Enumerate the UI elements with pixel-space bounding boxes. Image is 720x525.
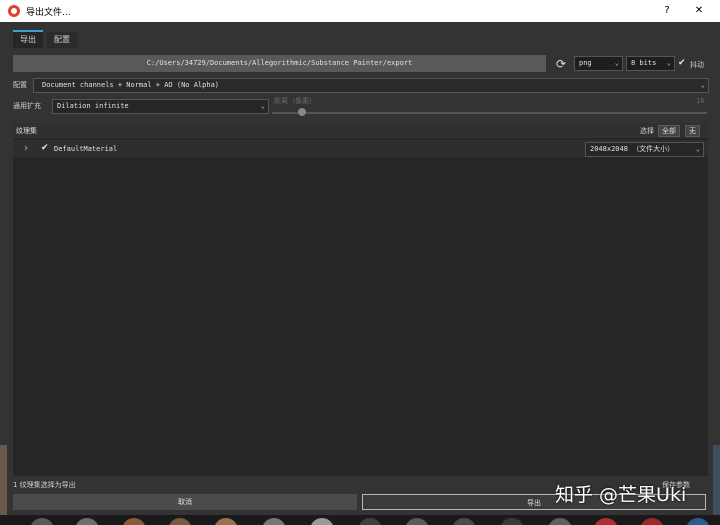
chevron-right-icon[interactable]: › xyxy=(17,140,35,157)
texture-size-value: 2048x2048 （文件大小） xyxy=(590,145,675,153)
chevron-down-icon: ⌄ xyxy=(695,145,700,153)
distance-slider-handle[interactable] xyxy=(298,108,306,116)
chevron-down-icon: ⌄ xyxy=(260,102,265,110)
dithering-checkbox[interactable]: ✔ xyxy=(678,58,686,68)
select-all-button[interactable]: 全部 xyxy=(658,125,680,137)
cancel-button[interactable]: 取消 xyxy=(13,494,357,510)
chevron-down-icon: ⌄ xyxy=(700,81,705,89)
material-ball[interactable] xyxy=(405,518,429,525)
texture-set-list-header: 纹理集 选择 全部 无 xyxy=(13,123,708,138)
dithering-label: 抖动 xyxy=(690,61,704,69)
bit-depth-select[interactable]: 8 bits ⌄ xyxy=(626,56,675,71)
tab-export[interactable]: 导出 xyxy=(13,30,43,48)
material-ball[interactable] xyxy=(452,518,476,525)
watermark-text: 知乎 @芒果Uki xyxy=(555,484,687,506)
config-select[interactable]: Document channels + Normal + AO (No Alph… xyxy=(33,78,709,93)
material-ball[interactable] xyxy=(75,518,99,525)
material-ball[interactable] xyxy=(30,518,54,525)
select-none-button[interactable]: 无 xyxy=(685,125,700,137)
chevron-down-icon: ⌄ xyxy=(614,59,619,67)
texture-set-header: 纹理集 xyxy=(16,127,37,135)
material-ball[interactable] xyxy=(358,518,382,525)
status-text: 1 纹理集选择为导出 xyxy=(13,481,76,489)
material-ball[interactable] xyxy=(214,518,238,525)
distance-label: 距离（像素） xyxy=(274,97,316,105)
distance-value: 16 xyxy=(696,97,705,105)
material-ball[interactable] xyxy=(122,518,146,525)
material-ball[interactable] xyxy=(262,518,286,525)
material-ball[interactable] xyxy=(168,518,192,525)
material-ball[interactable] xyxy=(310,518,334,525)
config-label: 配置 xyxy=(13,81,27,89)
help-button[interactable]: ? xyxy=(654,2,680,20)
padding-label: 通用扩充 xyxy=(13,102,41,110)
substance-painter-logo-icon xyxy=(8,5,20,17)
material-ball[interactable] xyxy=(686,518,710,525)
chevron-down-icon: ⌄ xyxy=(666,59,671,67)
material-preview-strip xyxy=(0,515,720,525)
background-edge-right xyxy=(713,445,720,515)
format-value: png xyxy=(579,59,592,67)
select-label: 选择 xyxy=(640,127,654,135)
config-value: Document channels + Normal + AO (No Alph… xyxy=(42,81,220,89)
window-title: 导出文件... xyxy=(26,8,71,18)
material-ball[interactable] xyxy=(548,518,572,525)
export-path-field[interactable]: C:/Users/34729/Documents/Allegorithmic/S… xyxy=(13,55,546,72)
bit-depth-value: 8 bits xyxy=(631,59,657,67)
padding-select[interactable]: Dilation infinite ⌄ xyxy=(52,99,269,114)
distance-slider-track[interactable] xyxy=(272,112,707,114)
padding-value: Dilation infinite xyxy=(57,102,129,110)
material-ball[interactable] xyxy=(500,518,524,525)
material-ball[interactable] xyxy=(640,518,664,525)
background-edge-left xyxy=(0,445,7,515)
texture-size-select[interactable]: 2048x2048 （文件大小） ⌄ xyxy=(585,142,704,157)
material-ball[interactable] xyxy=(594,518,618,525)
texture-set-name: DefaultMaterial xyxy=(54,145,118,153)
texture-set-list: 纹理集 选择 全部 无 › ✔ DefaultMaterial 2048x204… xyxy=(13,123,708,476)
close-button[interactable]: ✕ xyxy=(686,2,712,20)
format-select[interactable]: png ⌄ xyxy=(574,56,623,71)
texture-set-row[interactable]: › ✔ DefaultMaterial 2048x2048 （文件大小） ⌄ xyxy=(13,140,708,157)
window-titlebar: 导出文件... ? ✕ xyxy=(0,0,720,22)
export-dialog: 导出 配置 C:/Users/34729/Documents/Allegorit… xyxy=(0,22,720,515)
refresh-icon[interactable]: ⟳ xyxy=(553,56,569,72)
texture-set-checkbox[interactable]: ✔ xyxy=(41,143,49,153)
tab-config[interactable]: 配置 xyxy=(47,32,77,48)
